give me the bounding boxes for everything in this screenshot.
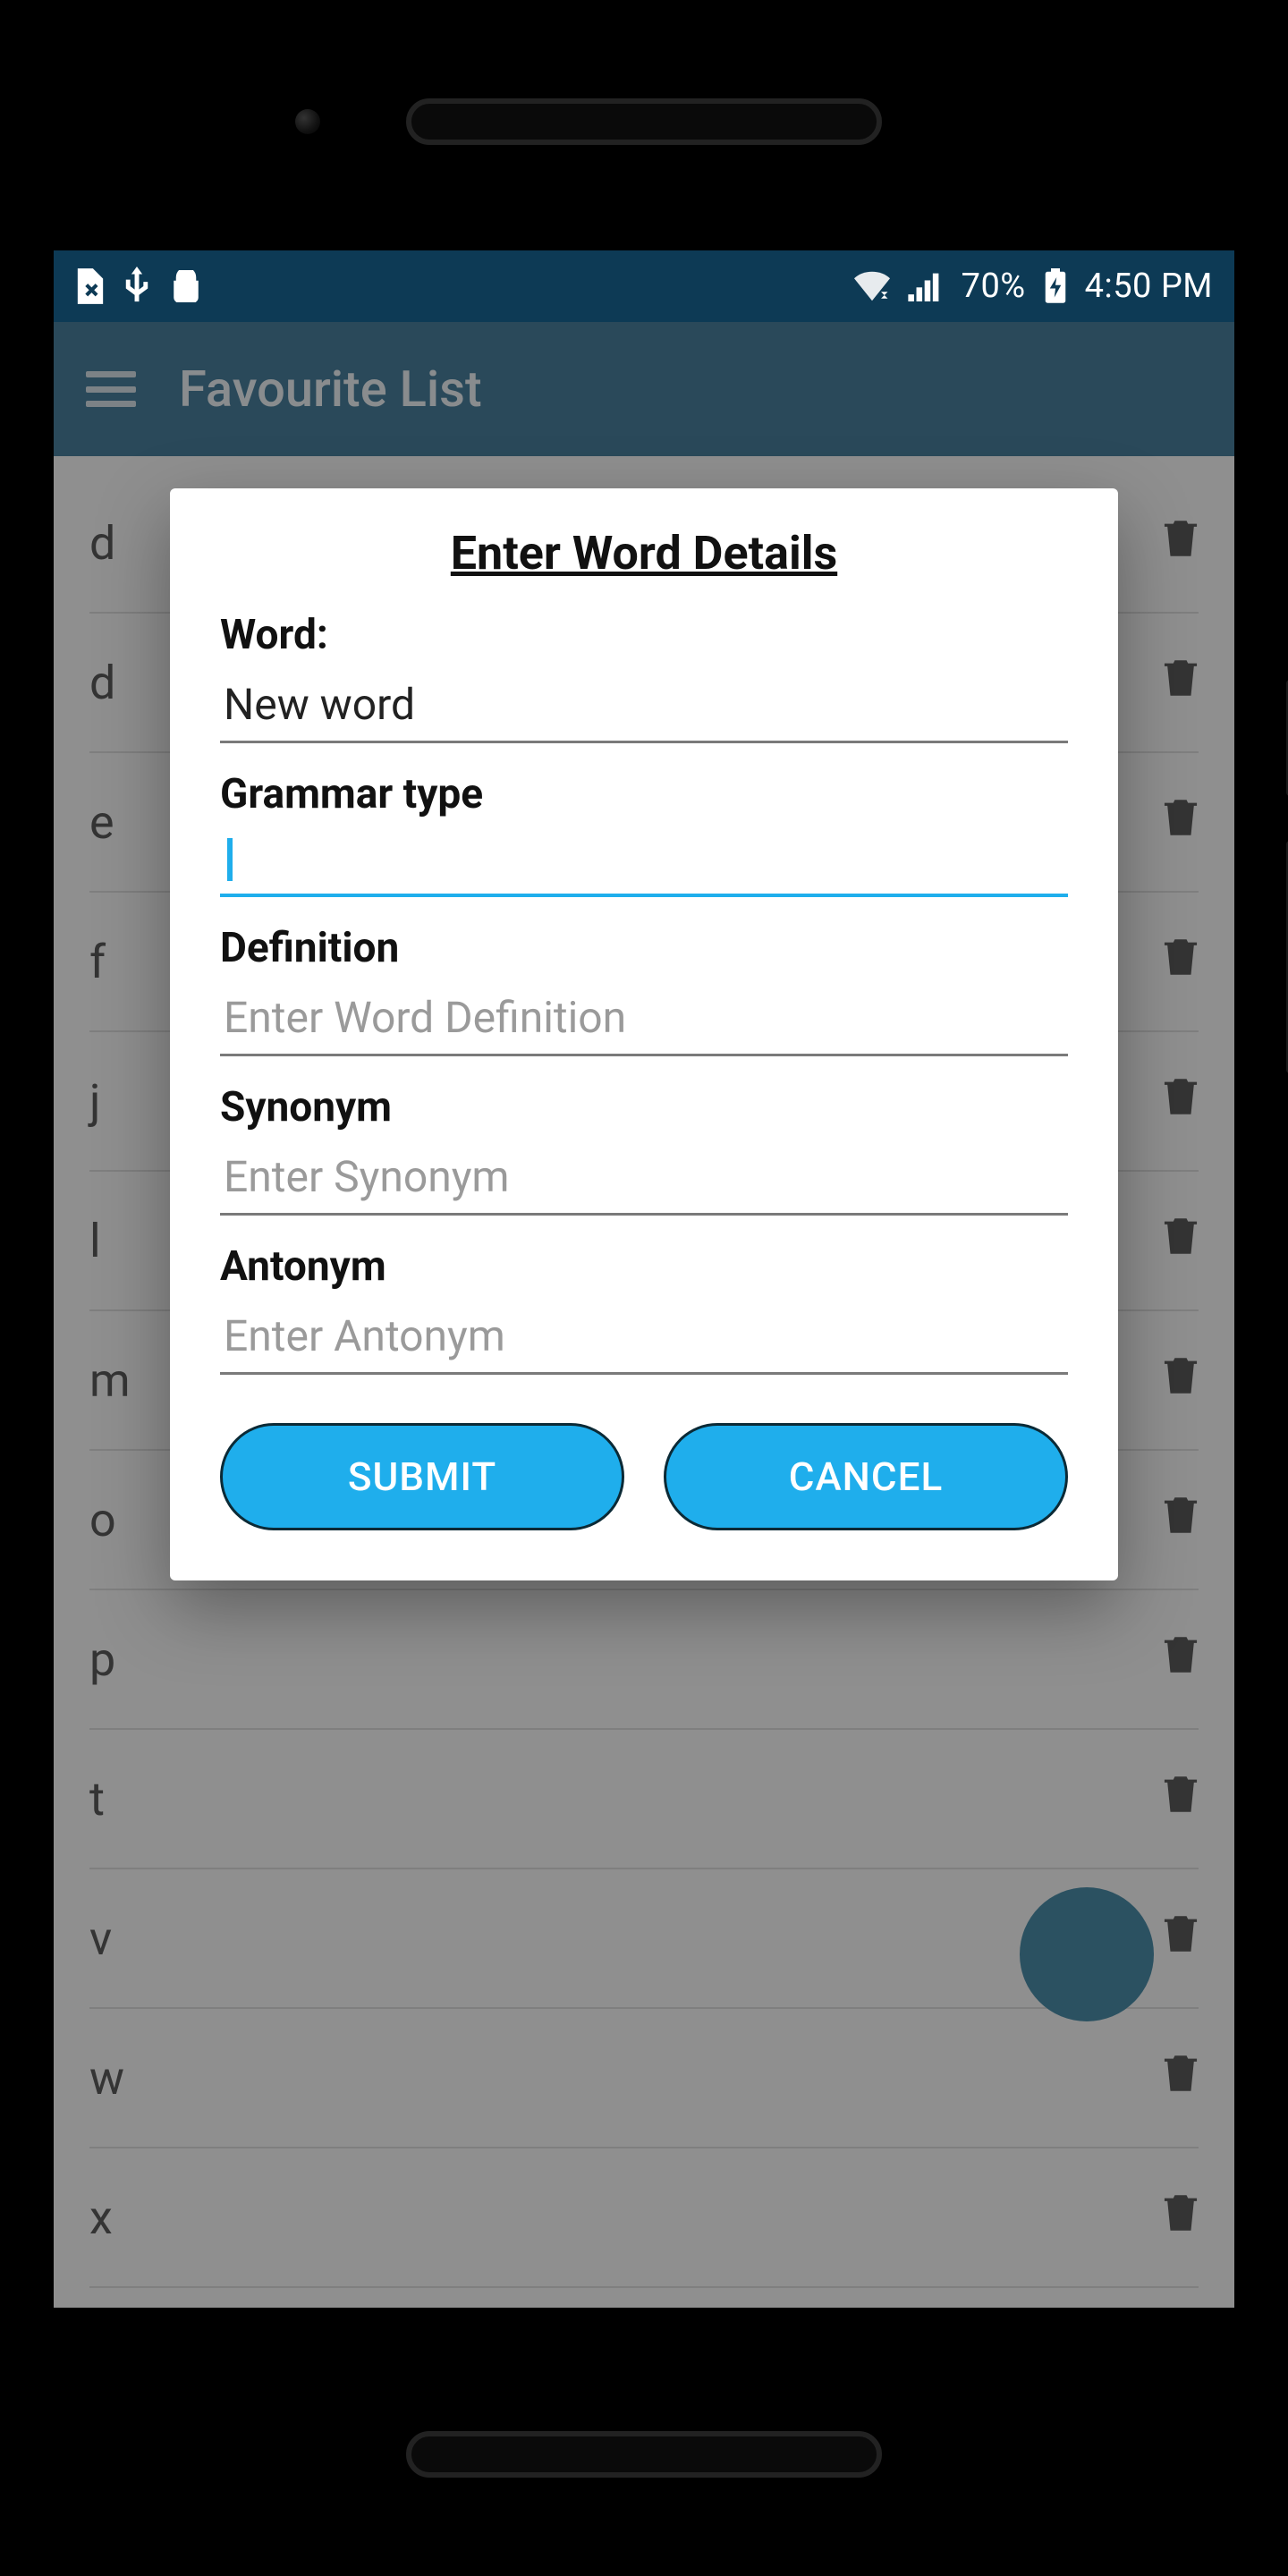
antonym-input[interactable] xyxy=(220,1301,1068,1375)
signal-icon xyxy=(908,271,944,301)
word-input[interactable] xyxy=(220,670,1068,743)
grammar-field-group: Grammar type xyxy=(220,770,1068,897)
enter-word-dialog: Enter Word Details Word: Grammar type De… xyxy=(170,488,1118,1580)
synonym-input[interactable] xyxy=(220,1142,1068,1216)
battery-charging-icon xyxy=(1044,268,1067,304)
status-bar: 70% 4:50 PM xyxy=(54,250,1234,322)
word-field-group: Word: xyxy=(220,611,1068,743)
debug-icon xyxy=(168,270,204,302)
synonym-label: Synonym xyxy=(220,1083,1068,1131)
cancel-button[interactable]: CANCEL xyxy=(664,1423,1068,1530)
dialog-actions: SUBMIT CANCEL xyxy=(220,1423,1068,1530)
wifi-sync-icon xyxy=(854,271,890,301)
antonym-field-group: Antonym xyxy=(220,1242,1068,1375)
phone-camera xyxy=(295,109,320,134)
clock-text: 4:50 PM xyxy=(1085,267,1213,306)
text-cursor-icon xyxy=(227,838,233,881)
dialog-title: Enter Word Details xyxy=(220,526,1068,580)
battery-percentage: 70% xyxy=(962,267,1026,306)
grammar-type-label: Grammar type xyxy=(220,770,1068,818)
usb-icon xyxy=(123,267,150,306)
definition-label: Definition xyxy=(220,924,1068,972)
grammar-type-input[interactable] xyxy=(220,829,1068,897)
submit-button[interactable]: SUBMIT xyxy=(220,1423,624,1530)
status-left-group xyxy=(75,267,204,306)
antonym-label: Antonym xyxy=(220,1242,1068,1291)
status-right-group: 70% 4:50 PM xyxy=(854,267,1213,306)
definition-field-group: Definition xyxy=(220,924,1068,1056)
screen: 70% 4:50 PM Favourite List ddefjlmoptvwx… xyxy=(54,250,1234,2308)
synonym-field-group: Synonym xyxy=(220,1083,1068,1216)
definition-input[interactable] xyxy=(220,983,1068,1056)
word-label: Word: xyxy=(220,611,1068,659)
file-x-icon xyxy=(75,268,106,304)
phone-frame: 70% 4:50 PM Favourite List ddefjlmoptvwx… xyxy=(0,0,1288,2576)
